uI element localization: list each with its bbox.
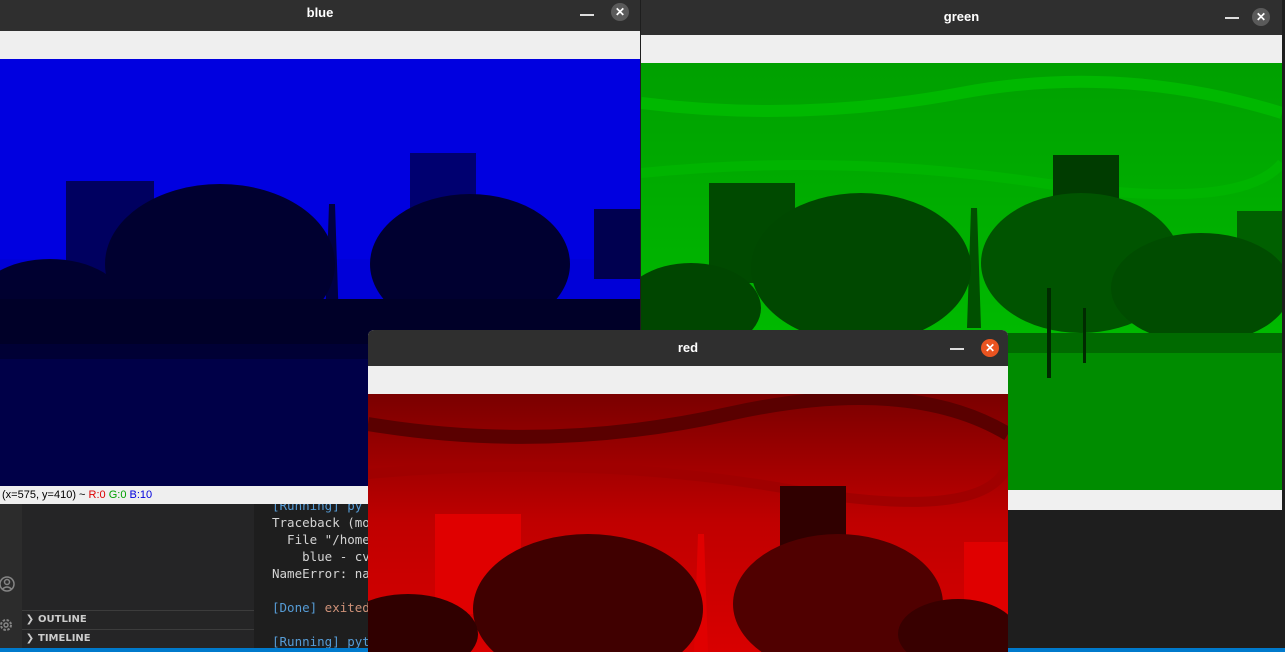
pixel-g: G:0 <box>108 489 127 501</box>
red-channel-image <box>368 394 1008 652</box>
section-label: OUTLINE <box>38 614 87 625</box>
done-tag: [Done] <box>272 600 318 615</box>
output-line: File "/home <box>272 532 370 547</box>
pixel-r: R:0 <box>88 489 106 501</box>
chevron-right-icon: ❯ <box>25 633 35 644</box>
close-button[interactable]: ✕ <box>611 3 629 21</box>
section-label: TIMELINE <box>38 633 91 644</box>
window-title: blue <box>306 5 334 20</box>
output-line: NameError: na <box>272 566 370 581</box>
sidebar-section-timeline[interactable]: ❯ TIMELINE <box>22 629 254 648</box>
output-line: Traceback (mo <box>272 515 370 530</box>
titlebar[interactable]: blue ✕ <box>0 0 640 31</box>
close-button[interactable]: ✕ <box>1252 8 1270 26</box>
minimize-button[interactable] <box>580 14 594 16</box>
toolbar <box>641 35 1282 63</box>
window-red[interactable]: red ✕ <box>368 330 1008 652</box>
window-title: red <box>677 340 699 355</box>
output-line: [Done] exited <box>272 599 370 616</box>
close-button[interactable]: ✕ <box>981 339 999 357</box>
window-title: green <box>943 9 980 24</box>
titlebar[interactable]: green ✕ <box>641 0 1282 35</box>
titlebar[interactable]: red ✕ <box>368 330 1008 366</box>
minimize-button[interactable] <box>1225 17 1239 19</box>
toolbar <box>0 31 640 59</box>
done-text: exited <box>317 600 370 615</box>
account-icon[interactable] <box>0 575 18 593</box>
gear-icon[interactable] <box>0 616 18 634</box>
sidebar-section-outline[interactable]: ❯ OUTLINE <box>22 610 254 629</box>
toolbar <box>368 366 1008 394</box>
chevron-right-icon: ❯ <box>25 614 35 625</box>
activity-bar <box>0 503 22 652</box>
output-line: blue - cv <box>272 549 370 564</box>
minimize-button[interactable] <box>950 348 964 350</box>
pixel-coords: (x=575, y=410) ~ <box>2 489 86 501</box>
pixel-b: B:10 <box>129 489 153 501</box>
image-red-channel[interactable] <box>368 394 1008 652</box>
